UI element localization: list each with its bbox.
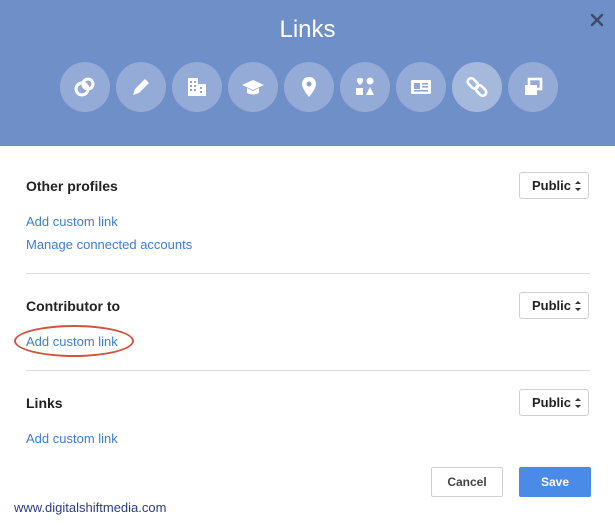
visibility-value: Public xyxy=(532,178,572,193)
visibility-value: Public xyxy=(532,395,572,410)
tab-work[interactable] xyxy=(172,62,222,112)
other-profiles-visibility-select[interactable]: Public xyxy=(519,172,589,199)
close-icon xyxy=(590,13,604,27)
links-add-custom-link[interactable]: Add custom link xyxy=(26,431,118,446)
link-icon xyxy=(466,76,488,98)
windows-icon xyxy=(525,77,543,95)
tab-icon-row xyxy=(60,62,558,112)
section-divider xyxy=(26,370,590,371)
links-visibility-select[interactable]: Public xyxy=(519,389,589,416)
contact-card-icon xyxy=(411,80,431,94)
tab-more[interactable] xyxy=(508,62,558,112)
close-button[interactable] xyxy=(587,10,607,30)
circles-icon xyxy=(74,77,95,97)
shapes-icon xyxy=(356,77,374,95)
pencil-icon xyxy=(133,79,149,95)
tab-places[interactable] xyxy=(284,62,334,112)
select-arrows-icon xyxy=(575,301,581,311)
save-button[interactable]: Save xyxy=(519,467,591,497)
select-arrows-icon xyxy=(575,398,581,408)
contributor-to-visibility-select[interactable]: Public xyxy=(519,292,589,319)
section-divider xyxy=(26,273,590,274)
building-icon xyxy=(188,78,206,96)
tab-interests[interactable] xyxy=(340,62,390,112)
contributor-to-title: Contributor to xyxy=(26,298,121,314)
watermark-text: www.digitalshiftmedia.com xyxy=(14,500,167,515)
dialog-header: Links xyxy=(0,0,615,146)
manage-connected-accounts-link[interactable]: Manage connected accounts xyxy=(26,237,192,252)
tab-education[interactable] xyxy=(228,62,278,112)
other-profiles-title: Other profiles xyxy=(26,178,118,194)
tab-story[interactable] xyxy=(116,62,166,112)
select-arrows-icon xyxy=(575,181,581,191)
tab-contact-info[interactable] xyxy=(396,62,446,112)
graduation-cap-icon xyxy=(242,80,264,95)
contributor-to-add-custom-link[interactable]: Add custom link xyxy=(26,334,118,349)
tab-circles[interactable] xyxy=(60,62,110,112)
tab-links[interactable] xyxy=(452,62,502,112)
map-pin-icon xyxy=(302,77,316,97)
visibility-value: Public xyxy=(532,298,572,313)
links-title: Links xyxy=(26,395,63,411)
dialog-title: Links xyxy=(279,16,336,43)
other-profiles-add-custom-link[interactable]: Add custom link xyxy=(26,214,118,229)
cancel-button[interactable]: Cancel xyxy=(431,467,503,497)
